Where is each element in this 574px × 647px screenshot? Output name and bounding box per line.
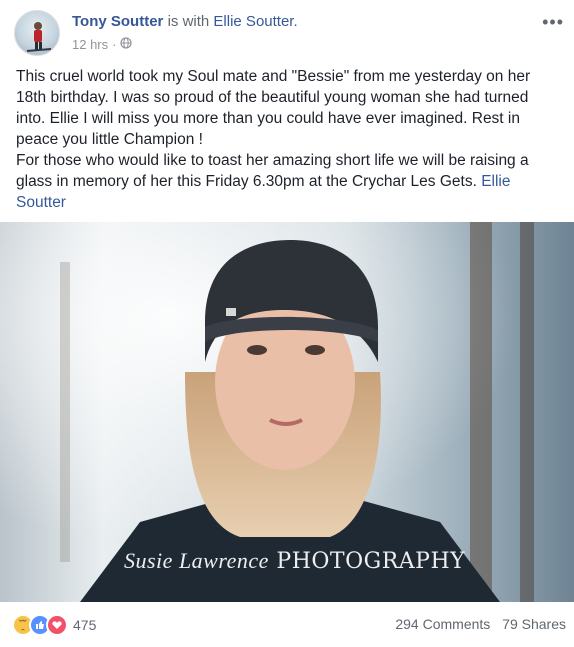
facebook-post: Tony Soutter is with Ellie Soutter. 12 h… [0,0,574,647]
post-footer: ˘̯˘ 475 294 Comments 79 Shares [12,612,566,638]
post-header: Tony Soutter is with Ellie Soutter. 12 h… [14,10,564,58]
post-text-paragraph-2: For those who would like to toast her am… [16,150,546,213]
post-photo[interactable]: Susie Lawrence PHOTOGRAPHY [0,222,574,602]
post-text-body-2: For those who would like to toast her am… [16,152,529,190]
comments-count[interactable]: 294 Comments [395,616,490,632]
author-line: Tony Soutter is with Ellie Soutter. [72,13,298,30]
shares-count[interactable]: 79 Shares [502,616,566,632]
watermark-script: Susie Lawrence [124,548,269,573]
avatar-image [26,22,52,52]
author-avatar[interactable] [14,10,60,56]
tagged-person[interactable]: Ellie Soutter. [213,13,297,30]
with-label: is with [167,13,210,30]
reactions-summary[interactable]: ˘̯˘ 475 [12,614,96,636]
portrait-image [0,222,574,602]
post-text-paragraph-1: This cruel world took my Soul mate and "… [16,68,531,148]
watermark-caps: PHOTOGRAPHY [276,549,466,574]
reaction-count: 475 [73,617,97,633]
post-meta: 12 hrs · [72,37,133,52]
post-stats: 294 Comments 79 Shares [395,616,566,632]
meta-separator: · [112,37,117,52]
ellipsis-icon[interactable]: ••• [542,12,564,33]
globe-icon[interactable] [120,37,133,52]
love-icon [46,614,68,636]
post-time[interactable]: 12 hrs [72,37,108,52]
author-name[interactable]: Tony Soutter [72,13,163,30]
post-text: This cruel world took my Soul mate and "… [16,66,546,213]
photo-watermark: Susie Lawrence PHOTOGRAPHY [124,548,465,574]
